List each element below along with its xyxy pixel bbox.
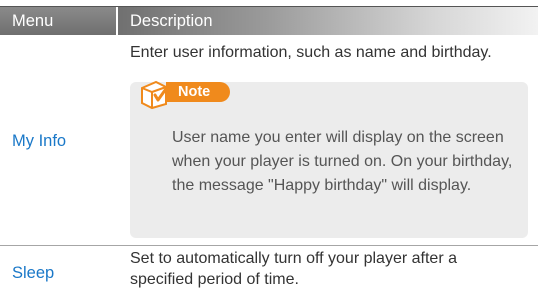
table-row-sleep: Sleep Set to automatically turn off your…	[0, 246, 538, 291]
header-menu: Menu	[0, 7, 116, 35]
note-label: Note	[166, 82, 230, 102]
note-box: Note User name you enter will display on…	[130, 80, 528, 238]
menu-item-my-info: My Info	[12, 132, 67, 150]
description-my-info: Enter user information, such as name and…	[130, 44, 492, 61]
note-checkbox-icon	[141, 80, 170, 110]
description-sleep: Set to automatically turn off your playe…	[130, 250, 457, 288]
note-text: User name you enter will display on the …	[172, 129, 513, 194]
menu-item-sleep: Sleep	[12, 264, 55, 282]
table-header: Menu Description	[0, 6, 538, 35]
header-description: Description	[118, 7, 538, 35]
table-row-my-info: My Info Enter user information, such as …	[0, 34, 538, 245]
